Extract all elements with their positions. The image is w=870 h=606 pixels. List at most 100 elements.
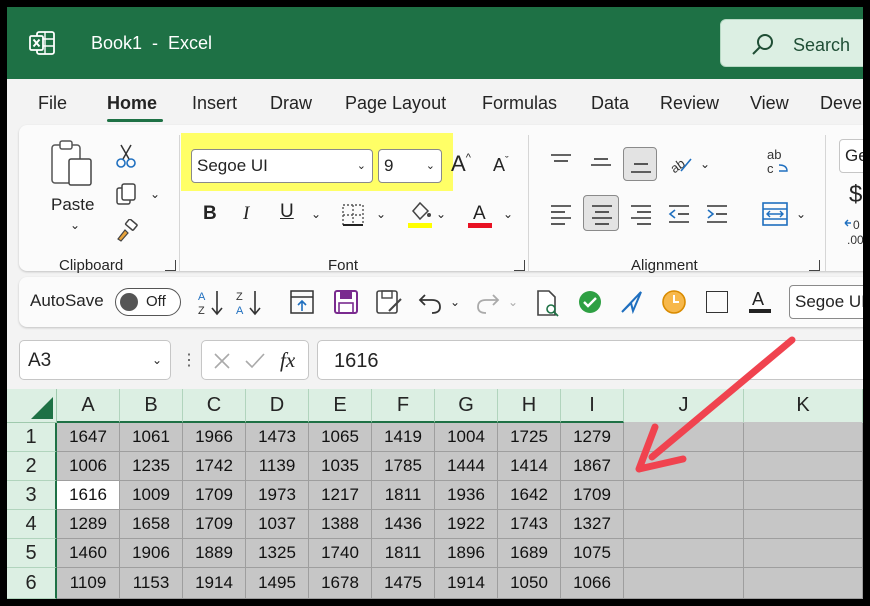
tab-draw[interactable]: Draw [270, 93, 312, 114]
cell-f2[interactable]: 1785 [372, 452, 435, 481]
search-box[interactable]: Search [720, 19, 863, 67]
cell-i1[interactable]: 1279 [561, 423, 624, 452]
shape-icon[interactable] [706, 291, 728, 313]
cell-c4[interactable]: 1709 [183, 510, 246, 539]
qat-font-select[interactable]: Segoe UI [789, 285, 863, 319]
column-header-k[interactable]: K [744, 389, 863, 423]
cell-c3[interactable]: 1709 [183, 481, 246, 510]
merge-dropdown-icon[interactable]: ⌄ [796, 207, 806, 221]
insert-function-icon[interactable]: fx [280, 348, 295, 373]
cell-d6[interactable]: 1495 [246, 568, 309, 599]
row-header-4[interactable]: 4 [7, 510, 57, 539]
spelling-check-icon[interactable] [577, 289, 603, 315]
cell-a4[interactable]: 1289 [57, 510, 120, 539]
save-icon[interactable] [333, 289, 359, 315]
cell-g5[interactable]: 1896 [435, 539, 498, 568]
cell-g4[interactable]: 1922 [435, 510, 498, 539]
cell-d3[interactable]: 1973 [246, 481, 309, 510]
copy-icon[interactable] [115, 182, 139, 206]
undo-dropdown-icon[interactable]: ⌄ [450, 295, 460, 309]
row-header-3[interactable]: 3 [7, 481, 57, 510]
cell-b2[interactable]: 1235 [120, 452, 183, 481]
cancel-icon[interactable] [212, 351, 232, 371]
cell-e4[interactable]: 1388 [309, 510, 372, 539]
enter-check-icon[interactable] [244, 351, 266, 371]
clipboard-launcher-icon[interactable] [165, 260, 176, 271]
cell-k2[interactable] [744, 452, 863, 481]
cell-j1[interactable] [624, 423, 744, 452]
cell-b4[interactable]: 1658 [120, 510, 183, 539]
cell-f3[interactable]: 1811 [372, 481, 435, 510]
worksheet-grid[interactable]: ABCDEFGHIJK 123456 1647 1061 1966 1473 1065 1… [7, 389, 863, 599]
undo-icon[interactable] [417, 289, 443, 315]
font-name-select[interactable]: Segoe UI ⌄ [191, 149, 373, 183]
font-size-select[interactable]: 9 ⌄ [378, 149, 442, 183]
cell-j3[interactable] [624, 481, 744, 510]
orientation-dropdown-icon[interactable]: ⌄ [700, 157, 710, 171]
cell-h1[interactable]: 1725 [498, 423, 561, 452]
cell-d4[interactable]: 1037 [246, 510, 309, 539]
alignment-launcher-icon[interactable] [809, 260, 820, 271]
save-as-icon[interactable] [375, 289, 403, 315]
decrease-indent-icon[interactable] [667, 203, 691, 225]
cell-i3[interactable]: 1709 [561, 481, 624, 510]
formula-bar-grip-icon[interactable]: ⋮ [181, 350, 197, 370]
tab-data[interactable]: Data [591, 93, 629, 114]
select-all-button[interactable] [7, 389, 57, 423]
cell-b6[interactable]: 1153 [120, 568, 183, 599]
column-header-f[interactable]: F [372, 389, 435, 423]
fill-color-dropdown-icon[interactable]: ⌄ [436, 207, 446, 221]
number-format-select[interactable]: Gen [839, 139, 863, 173]
merge-center-icon[interactable] [761, 201, 789, 227]
cell-e1[interactable]: 1065 [309, 423, 372, 452]
tab-review[interactable]: Review [660, 93, 719, 114]
cell-i6[interactable]: 1066 [561, 568, 624, 599]
cell-h5[interactable]: 1689 [498, 539, 561, 568]
cell-e6[interactable]: 1678 [309, 568, 372, 599]
tab-insert[interactable]: Insert [192, 93, 237, 114]
increase-decimal-icon[interactable]: 0.00 [843, 217, 863, 247]
clock-icon[interactable] [661, 289, 687, 315]
draw-pen-icon[interactable] [619, 289, 645, 315]
align-right-icon[interactable] [629, 203, 653, 225]
cell-f4[interactable]: 1436 [372, 510, 435, 539]
redo-dropdown-icon[interactable]: ⌄ [508, 295, 518, 309]
cell-h2[interactable]: 1414 [498, 452, 561, 481]
cell-h3[interactable]: 1642 [498, 481, 561, 510]
top-align-icon[interactable] [549, 153, 573, 173]
sort-descending-icon[interactable]: ZA [235, 288, 263, 318]
name-box[interactable]: A3 ⌄ [19, 340, 171, 380]
cell-c6[interactable]: 1914 [183, 568, 246, 599]
tab-home[interactable]: Home [107, 93, 157, 114]
column-header-a[interactable]: A [57, 389, 120, 423]
cell-g1[interactable]: 1004 [435, 423, 498, 452]
cell-a5[interactable]: 1460 [57, 539, 120, 568]
align-left-icon[interactable] [549, 203, 573, 225]
font-launcher-icon[interactable] [514, 260, 525, 271]
middle-align-icon[interactable] [589, 153, 613, 173]
cell-g3[interactable]: 1936 [435, 481, 498, 510]
increase-indent-icon[interactable] [705, 203, 729, 225]
underline-dropdown-icon[interactable]: ⌄ [311, 207, 321, 221]
cell-i4[interactable]: 1327 [561, 510, 624, 539]
cell-c2[interactable]: 1742 [183, 452, 246, 481]
cell-i2[interactable]: 1867 [561, 452, 624, 481]
wrap-text-icon[interactable]: abc [765, 147, 789, 177]
borders-dropdown-icon[interactable]: ⌄ [376, 207, 386, 221]
autosave-toggle[interactable]: Off [115, 288, 181, 316]
bottom-align-button[interactable] [623, 147, 657, 181]
fill-color-icon[interactable] [407, 199, 433, 229]
formula-input[interactable]: 1616 [317, 340, 863, 380]
cell-k4[interactable] [744, 510, 863, 539]
column-header-b[interactable]: B [120, 389, 183, 423]
format-painter-icon[interactable] [115, 219, 139, 243]
cell-j5[interactable] [624, 539, 744, 568]
align-center-button[interactable] [583, 195, 619, 231]
column-header-h[interactable]: H [498, 389, 561, 423]
cell-e5[interactable]: 1740 [309, 539, 372, 568]
cell-f1[interactable]: 1419 [372, 423, 435, 452]
cell-h6[interactable]: 1050 [498, 568, 561, 599]
cell-b3[interactable]: 1009 [120, 481, 183, 510]
column-header-j[interactable]: J [624, 389, 744, 423]
underline-icon[interactable]: U [280, 201, 294, 223]
